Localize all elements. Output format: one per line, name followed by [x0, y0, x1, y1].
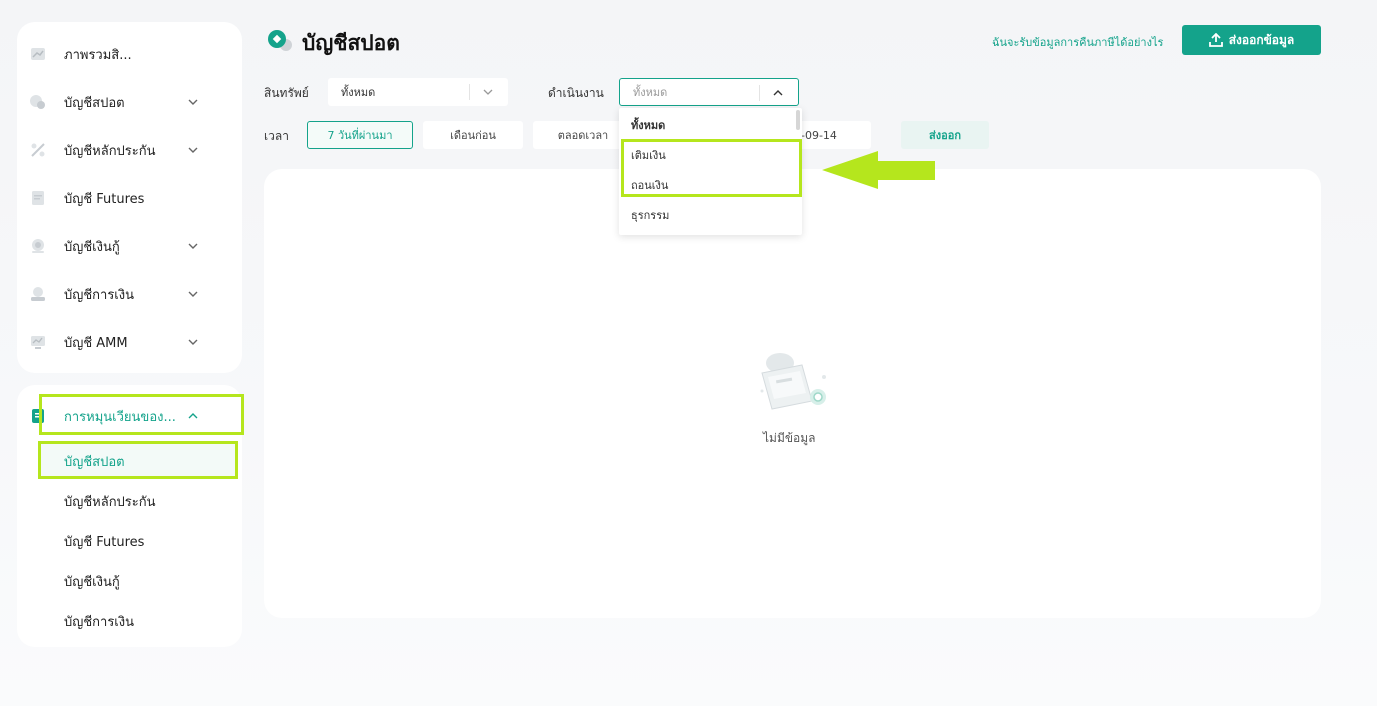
sub-item-futures[interactable]: บัญชี Futures	[64, 531, 144, 552]
asset-select[interactable]: ทั้งหมด	[328, 78, 508, 106]
date-end-value: -09-14	[801, 128, 837, 142]
empty-state-label: ไม่มีข้อมูล	[763, 431, 816, 445]
loan-icon	[28, 236, 48, 256]
export-data-label: ส่งออกข้อมูล	[1228, 32, 1295, 47]
asset-select-value: ทั้งหมด	[341, 86, 376, 99]
export-button[interactable]: ส่งออก	[901, 121, 989, 149]
percent-icon	[28, 140, 48, 160]
divider	[469, 84, 470, 100]
tax-help-link[interactable]: ฉันจะรับข้อมูลการคืนภาษีได้อย่างไร	[992, 33, 1163, 51]
highlight-box	[39, 394, 244, 435]
chevron-down-icon[interactable]	[186, 143, 200, 157]
sub-item-margin[interactable]: บัญชีหลักประกัน	[64, 491, 156, 512]
chevron-up-icon	[771, 86, 785, 100]
sidebar-item-label: บัญชี Futures	[64, 191, 145, 207]
upload-icon	[1208, 33, 1223, 47]
sidebar-item-spot[interactable]: บัญชีสปอต	[28, 90, 200, 114]
sidebar-item-finance[interactable]: บัญชีการเงิน	[28, 282, 200, 306]
sidebar-item-label: บัญชีเงินกู้	[64, 239, 120, 255]
sub-item-finance[interactable]: บัญชีการเงิน	[64, 611, 134, 632]
highlight-box	[621, 139, 802, 197]
operation-label: ดำเนินงาน	[548, 86, 604, 100]
monitor-icon	[28, 332, 48, 352]
time-last-month-button[interactable]: เดือนก่อน	[423, 121, 523, 149]
time-label: เวลา	[264, 129, 289, 143]
chevron-down-icon[interactable]	[186, 335, 200, 349]
sidebar-item-margin[interactable]: บัญชีหลักประกัน	[28, 138, 200, 162]
asset-label: สินทรัพย์	[264, 86, 309, 100]
sidebar-item-label: บัญชีหลักประกัน	[64, 143, 156, 159]
chevron-down-icon[interactable]	[186, 239, 200, 253]
chart-icon	[28, 44, 48, 64]
arrow-left-icon	[822, 151, 935, 189]
divider	[759, 85, 760, 101]
option-all[interactable]: ทั้งหมด	[631, 116, 665, 134]
sidebar-item-label: บัญชีการเงิน	[64, 287, 134, 303]
sub-item-loan[interactable]: บัญชีเงินกู้	[64, 571, 120, 592]
sidebar-item-amm[interactable]: บัญชี AMM	[28, 330, 200, 354]
chevron-down-icon[interactable]	[186, 287, 200, 301]
sidebar-item-futures[interactable]: บัญชี Futures	[28, 186, 200, 210]
export-data-button[interactable]: ส่งออกข้อมูล	[1182, 25, 1321, 55]
time-all-button[interactable]: ตลอดเวลา	[533, 121, 633, 149]
time-7days-button[interactable]: 7 วันที่ผ่านมา	[307, 121, 413, 149]
empty-state-icon	[754, 349, 832, 413]
scrollbar[interactable]	[796, 110, 800, 130]
document-icon	[28, 188, 48, 208]
highlight-box	[38, 441, 238, 479]
sidebar-item-loan[interactable]: บัญชีเงินกู้	[28, 234, 200, 258]
coin-icon	[28, 92, 48, 112]
sidebar-item-label: ภาพรวมสิ...	[64, 47, 132, 63]
sidebar-item-label: บัญชีสปอต	[64, 95, 125, 111]
operation-select[interactable]: ทั้งหมด	[619, 78, 799, 106]
sidebar-item-overview[interactable]: ภาพรวมสิ...	[28, 42, 200, 66]
operation-select-value: ทั้งหมด	[633, 86, 668, 99]
chevron-down-icon[interactable]	[186, 95, 200, 109]
page-title: บัญชีสปอต	[302, 31, 400, 55]
spot-logo-icon	[266, 28, 294, 54]
finance-icon	[28, 284, 48, 304]
option-transaction[interactable]: ธุรกรรม	[631, 206, 669, 224]
sidebar-item-label: บัญชี AMM	[64, 335, 128, 351]
chevron-down-icon	[481, 85, 495, 99]
